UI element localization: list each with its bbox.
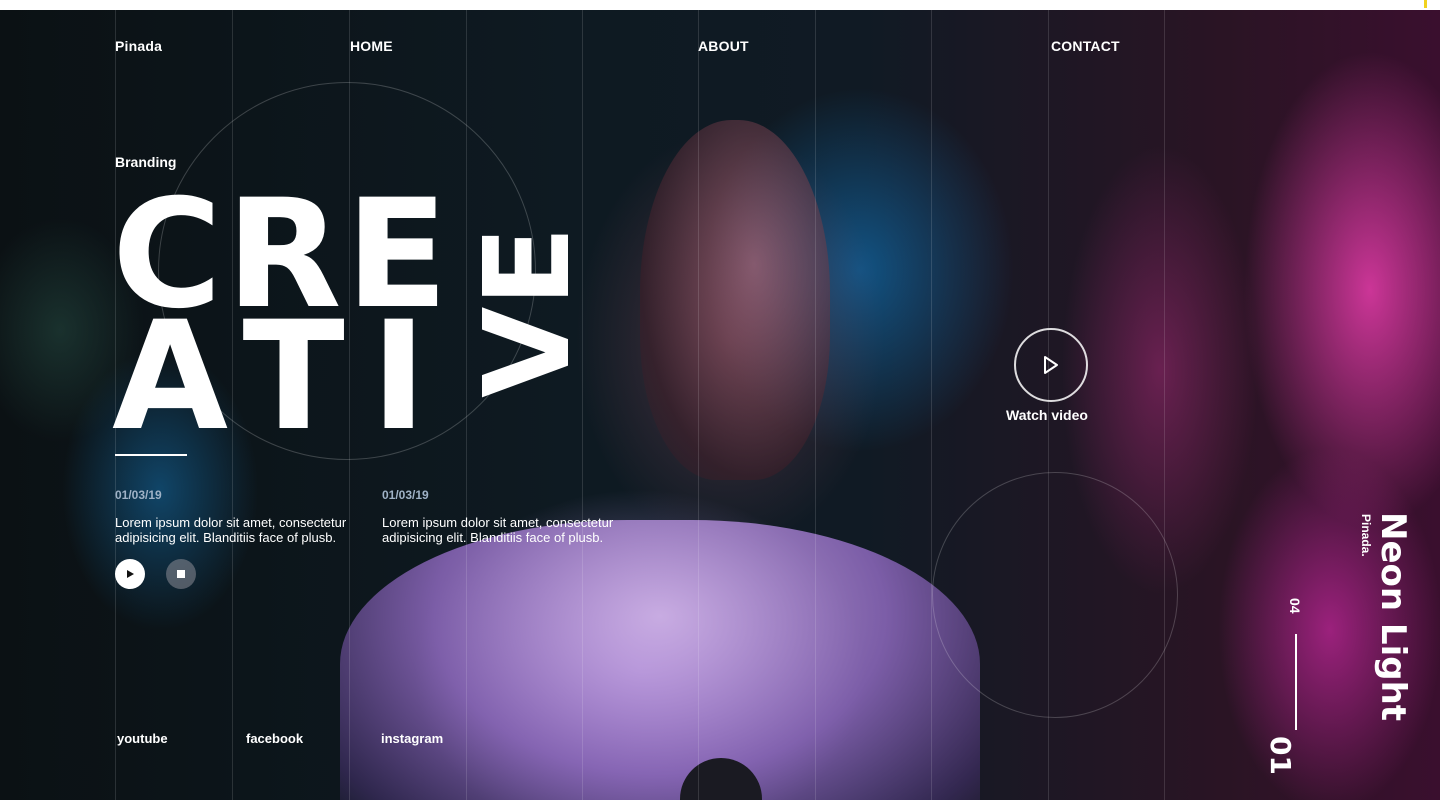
slide-progress-line [1295,634,1297,730]
social-link-facebook[interactable]: facebook [246,731,303,746]
post-date: 01/03/19 [382,488,429,502]
hero-underline [115,454,187,456]
slide-current: 01 [1264,736,1297,775]
grid-line [931,10,932,800]
social-link-youtube[interactable]: youtube [117,731,168,746]
portrait-head [640,120,830,480]
brand-logo[interactable]: Pinada [115,38,162,54]
stop-button[interactable] [166,559,196,589]
watch-video-button[interactable] [1014,328,1088,402]
grid-line [698,10,699,800]
nav-contact[interactable]: CONTACT [1051,38,1120,54]
slide-brand: Pinada. [1359,514,1373,557]
stop-icon [177,570,185,578]
top-accent-mark [1424,0,1427,8]
play-button[interactable] [115,559,145,589]
social-link-instagram[interactable]: instagram [381,731,443,746]
nav-about[interactable]: ABOUT [698,38,749,54]
play-icon [1044,356,1058,374]
post-date: 01/03/19 [115,488,162,502]
grid-line [1164,10,1165,800]
slide-title: Neon Light [1373,512,1413,722]
nav-home[interactable]: HOME [350,38,393,54]
post-excerpt: Lorem ipsum dolor sit amet, consectetur … [115,515,347,545]
watch-video-label[interactable]: Watch video [1006,407,1088,423]
hero-title-line-2: ATI [112,290,453,464]
hero-title-vertical: VE [458,188,596,398]
hero-title-vertical-text: VE [458,226,596,398]
portrait-shirt [340,520,980,800]
grid-line [815,10,816,800]
grid-line [582,10,583,800]
decorative-circle [932,472,1178,718]
post-excerpt: Lorem ipsum dolor sit amet, consectetur … [382,515,614,545]
slide-total: 04 [1287,598,1303,614]
hero-background: Pinada HOME ABOUT CONTACT Branding CRE A… [0,10,1440,800]
play-icon [127,570,134,578]
